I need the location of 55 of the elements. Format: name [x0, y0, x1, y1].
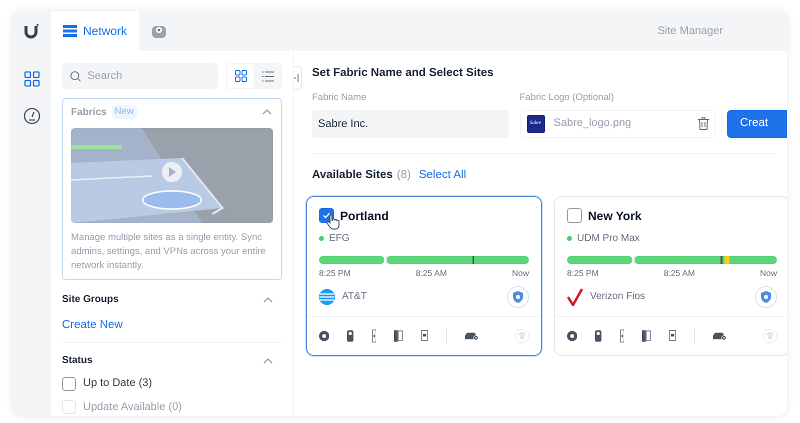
- checkbox[interactable]: [62, 376, 76, 390]
- time-label: 8:25 AM: [664, 266, 695, 280]
- select-all-link[interactable]: Select All: [418, 166, 466, 184]
- hand-cursor-icon: [326, 214, 340, 230]
- filter-label: Up to Date (3): [83, 376, 152, 392]
- search-field[interactable]: Search: [62, 63, 218, 89]
- trash-icon[interactable]: [698, 117, 709, 130]
- network-tab[interactable]: Network: [51, 11, 140, 51]
- fabric-name-field[interactable]: Sabre Inc.: [312, 110, 508, 138]
- site-name: Portland: [340, 208, 389, 225]
- device-name: UDM Pro Max: [577, 232, 640, 246]
- create-new-link[interactable]: Create New: [62, 317, 282, 334]
- server-icon: [63, 25, 77, 37]
- file-name: Sabre_logo.png: [554, 116, 632, 132]
- logo-icon[interactable]: [24, 23, 40, 39]
- field-label: Fabric Name: [312, 91, 368, 106]
- shield-icon[interactable]: [755, 286, 777, 308]
- checkmark-icon: [567, 288, 583, 306]
- tablet-icon: [421, 327, 428, 344]
- search-icon: [70, 70, 82, 82]
- section-title: Fabrics: [71, 106, 107, 120]
- list-icon: [262, 70, 274, 82]
- grid-icon: [234, 70, 246, 82]
- time-label: 8:25 AM: [416, 266, 447, 280]
- site-count: (8): [396, 168, 411, 182]
- filter-label: Update Available (0): [83, 400, 182, 415]
- speedometer-icon[interactable]: [23, 107, 41, 125]
- camera-icon: [151, 23, 168, 39]
- isp-name: Verizon Fios: [590, 290, 646, 304]
- time-label: Now: [512, 266, 529, 280]
- window-title: Site Manager: [658, 24, 723, 39]
- form-heading: Set Fabric Name and Select Sites: [312, 66, 495, 81]
- search-input[interactable]: Search: [87, 68, 210, 84]
- site-card[interactable]: Portland EFG 8:25 PM 8:25 AM Now AT&T: [306, 196, 542, 356]
- fabrics-description: Manage multiple sites as a single entity. Sync admins, settings, and VPNs across your entire network instantly.: [71, 231, 267, 273]
- section-title: Site Groups: [62, 293, 119, 307]
- time-label: 8:25 PM: [567, 266, 599, 280]
- shield-icon[interactable]: [507, 286, 529, 308]
- field-label: Fabric Logo (Optional): [520, 91, 616, 106]
- grid-view-button[interactable]: [227, 64, 254, 88]
- create-button[interactable]: Creat: [727, 110, 787, 138]
- check-icon: [322, 211, 331, 220]
- site-card[interactable]: New York UDM Pro Max 8:25 PM 8:25 AM Now Verizon Fios: [554, 196, 787, 356]
- section-title: Status: [62, 354, 93, 368]
- new-badge: New: [112, 104, 137, 120]
- device-name: EFG: [329, 232, 350, 246]
- tablet-icon: [669, 327, 676, 344]
- dashboard-icon[interactable]: [24, 71, 40, 87]
- checkbox[interactable]: [567, 208, 582, 224]
- time-label: Now: [760, 266, 777, 280]
- globe-icon: [319, 288, 335, 304]
- site-name: New York: [588, 208, 642, 225]
- isp-name: AT&T: [342, 290, 367, 304]
- time-label: 8:25 PM: [319, 266, 351, 280]
- section-title: Available Sites: [312, 168, 393, 182]
